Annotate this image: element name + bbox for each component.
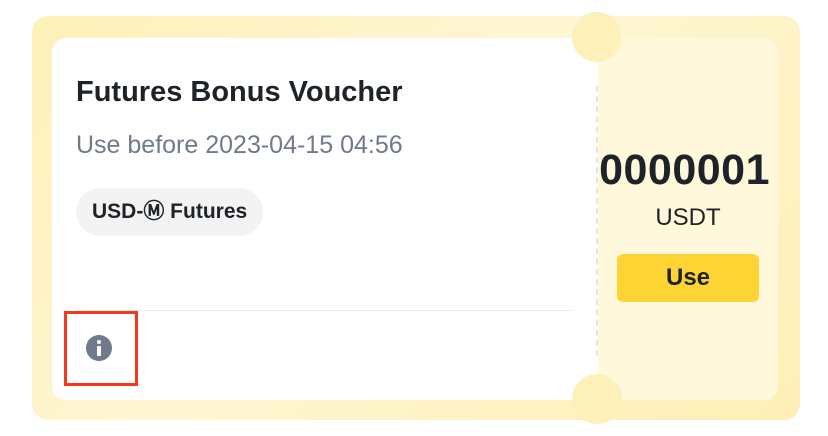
voucher-title: Futures Bonus Voucher: [76, 76, 403, 108]
highlight-box: [64, 311, 138, 386]
ticket-notch-top: [572, 12, 622, 62]
voucher-currency: USDT: [655, 204, 721, 231]
voucher-expiry: Use before 2023-04-15 04:56: [76, 131, 403, 159]
ticket-notch-bottom: [572, 374, 622, 424]
voucher-amount: 0.0000001: [598, 146, 770, 194]
use-button[interactable]: Use: [617, 254, 759, 302]
voucher-amount-panel: 0.0000001 USDT Use: [598, 38, 778, 400]
ticket-perforation: [596, 86, 598, 356]
divider: [76, 310, 572, 311]
futures-type-tag: USD-Ⓜ Futures: [76, 188, 264, 236]
